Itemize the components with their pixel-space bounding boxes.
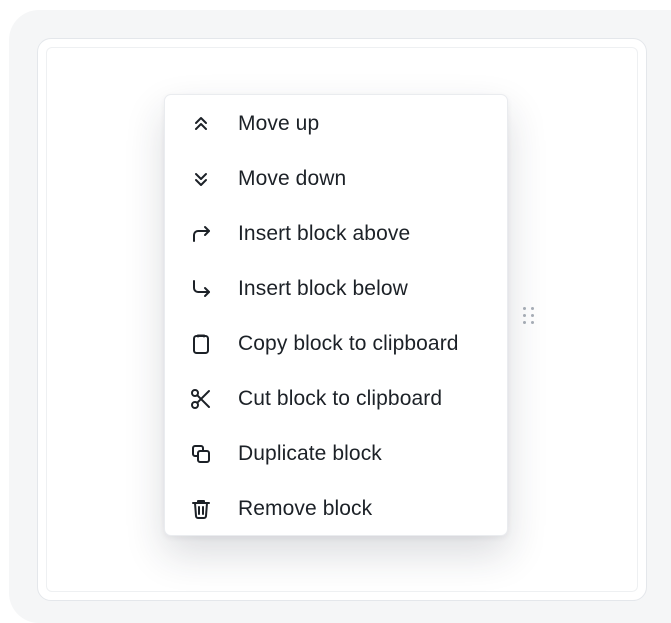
corner-up-right-icon — [188, 221, 214, 247]
menu-item-insert-block-above[interactable]: Insert block above — [165, 206, 507, 261]
menu-item-copy-block[interactable]: Copy block to clipboard — [165, 316, 507, 371]
scissors-icon — [188, 386, 214, 412]
menu-item-insert-block-below[interactable]: Insert block below — [165, 261, 507, 316]
block-drag-handle-icon[interactable] — [523, 307, 537, 327]
menu-item-move-up[interactable]: Move up — [165, 96, 507, 151]
menu-item-remove-block[interactable]: Remove block — [165, 481, 507, 536]
menu-item-label: Cut block to clipboard — [238, 386, 443, 410]
block-context-menu: Move up Move down Insert block above Ins… — [164, 94, 508, 536]
corner-down-right-icon — [188, 276, 214, 302]
menu-item-cut-block[interactable]: Cut block to clipboard — [165, 371, 507, 426]
menu-item-label: Remove block — [238, 496, 373, 520]
menu-item-label: Move up — [238, 111, 320, 135]
chevrons-up-icon — [188, 111, 214, 137]
menu-item-label: Insert block below — [238, 276, 408, 300]
clipboard-icon — [188, 331, 214, 357]
menu-item-label: Duplicate block — [238, 441, 382, 465]
menu-item-label: Move down — [238, 166, 347, 190]
menu-item-duplicate-block[interactable]: Duplicate block — [165, 426, 507, 481]
menu-item-label: Insert block above — [238, 221, 411, 245]
trash-icon — [188, 496, 214, 522]
chevrons-down-icon — [188, 166, 214, 192]
menu-item-move-down[interactable]: Move down — [165, 151, 507, 206]
menu-item-label: Copy block to clipboard — [238, 331, 459, 355]
copy-icon — [188, 441, 214, 467]
